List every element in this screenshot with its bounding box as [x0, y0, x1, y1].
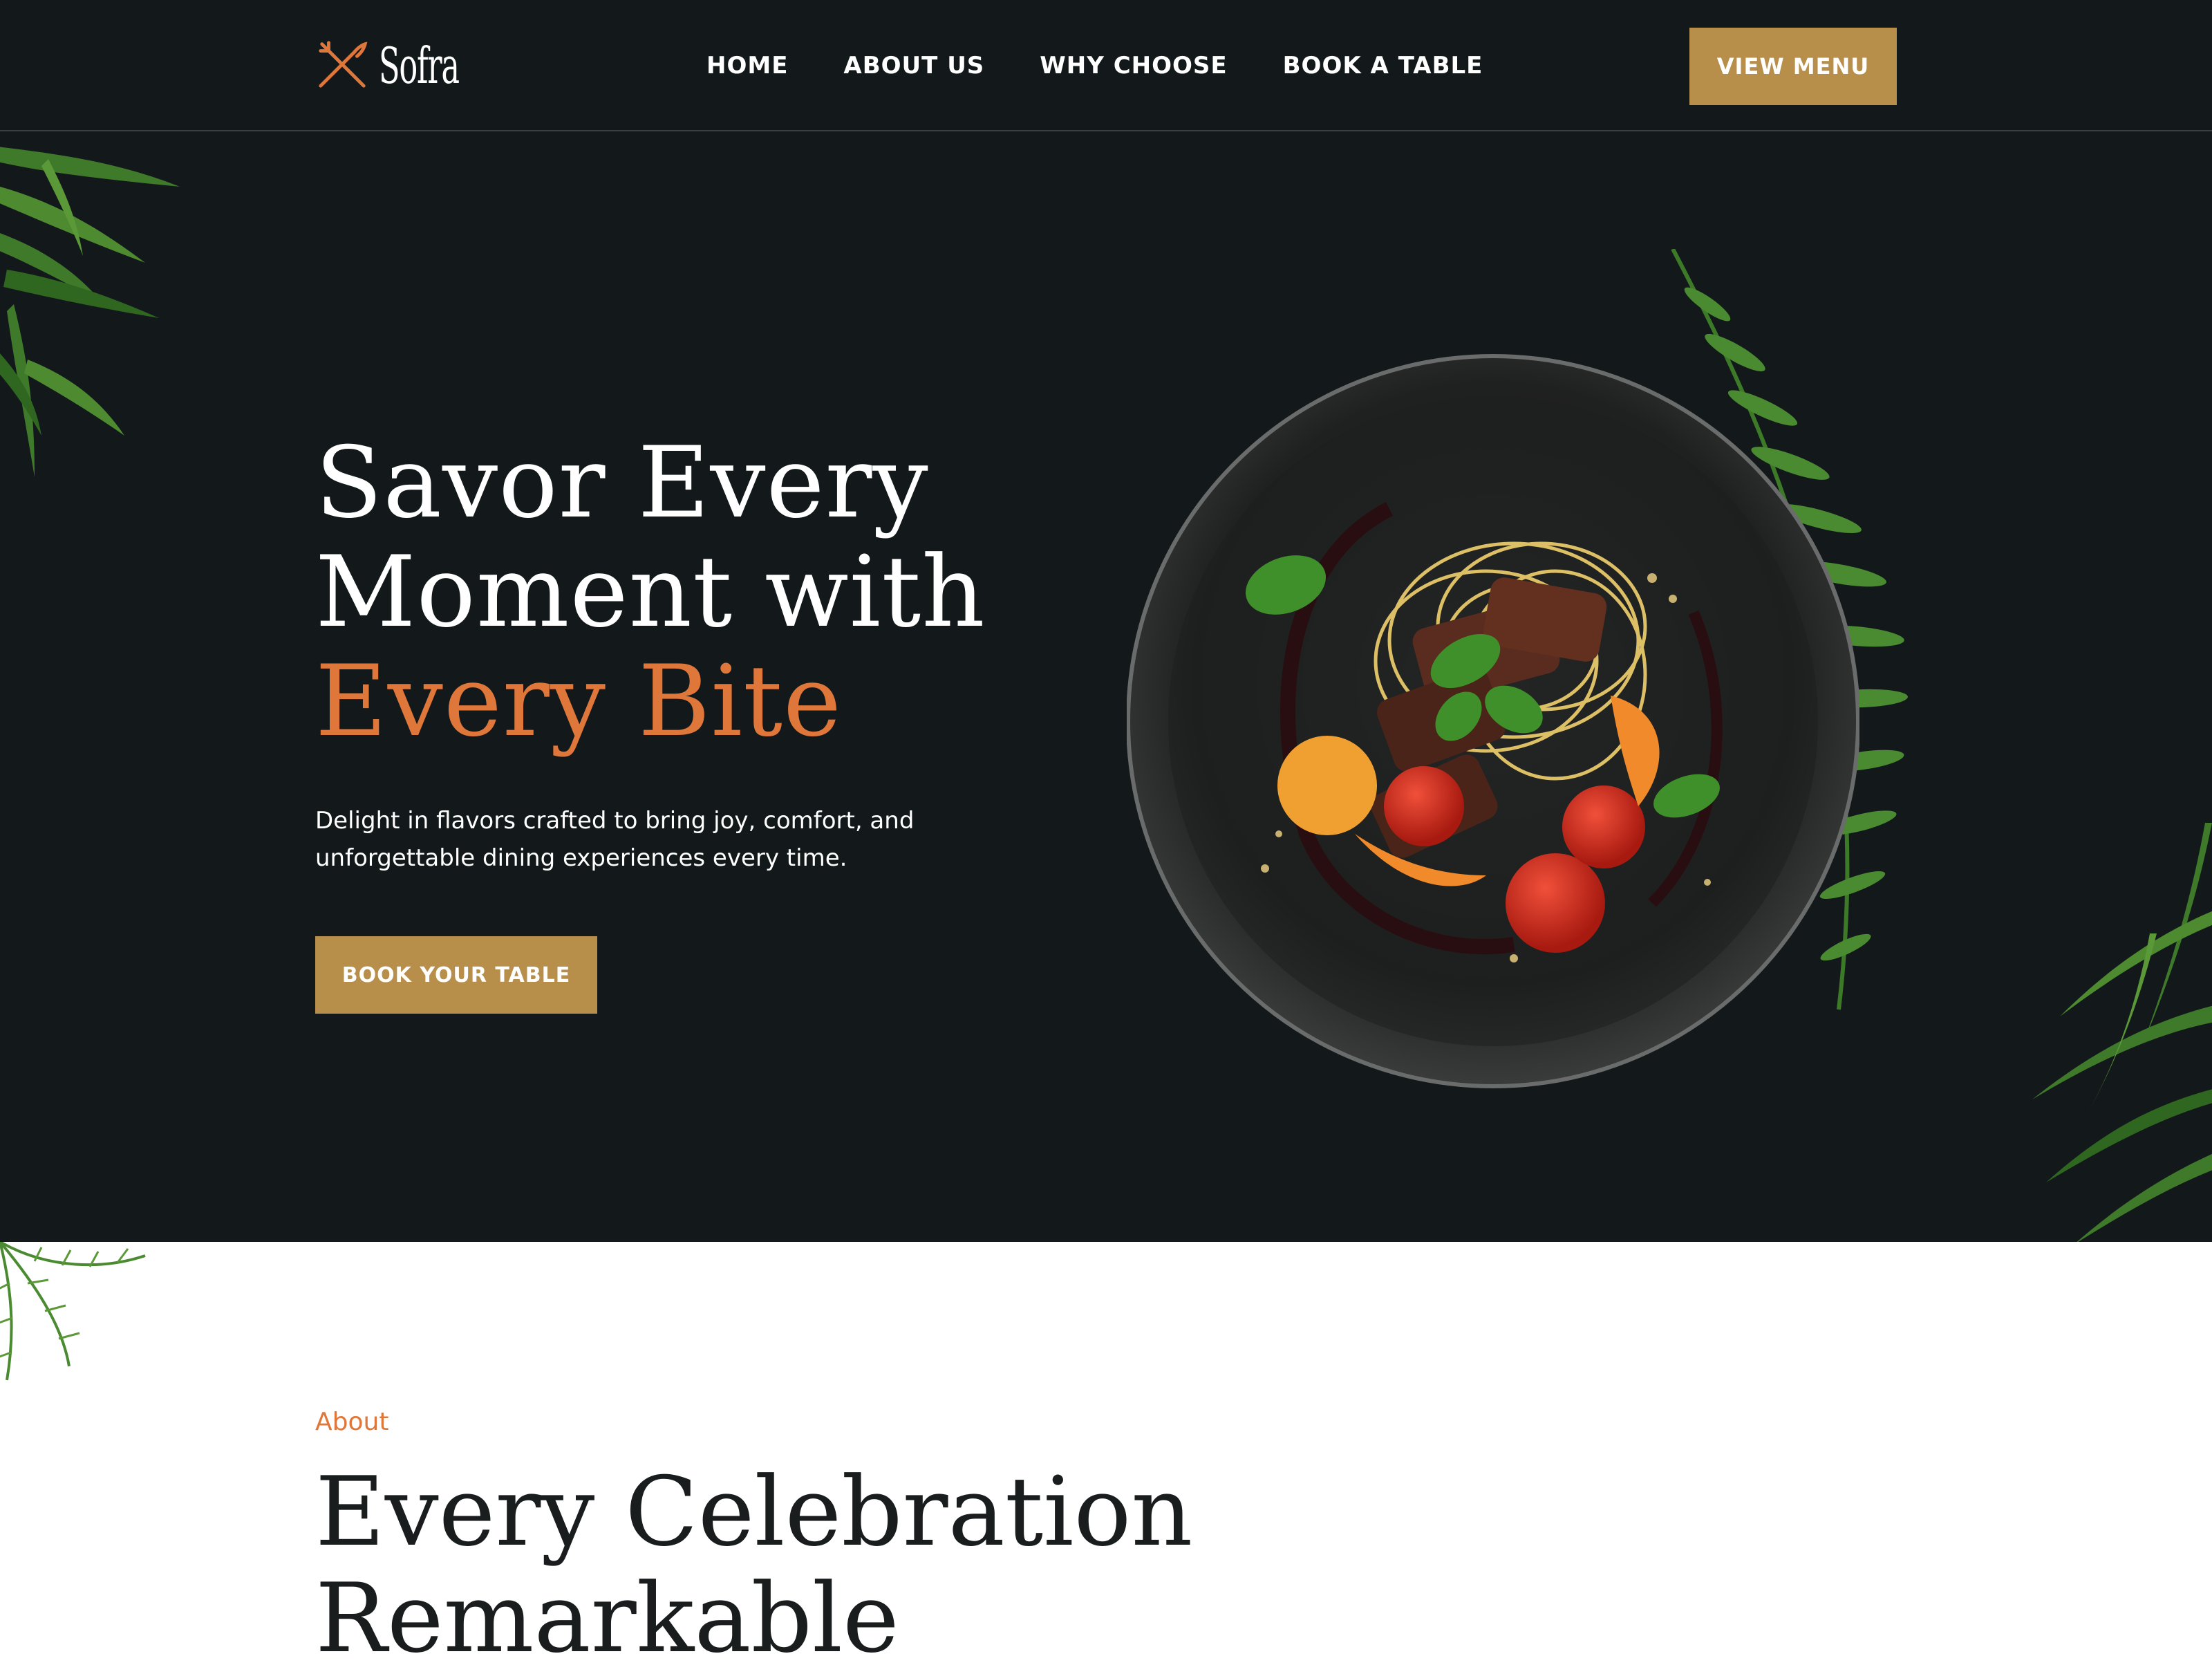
nav-item-book-a-table[interactable]: BOOK A TABLE [1283, 48, 1483, 83]
palm-leaves-decoration [0, 1242, 146, 1381]
about-title: Every Celebration Remarkable [315, 1459, 1192, 1672]
hero-title-line: Moment with [315, 535, 986, 649]
hero-title-accent: Every Bite [315, 644, 843, 759]
nav-item-about-us[interactable]: ABOUT US [843, 48, 984, 83]
hero-subtitle: Delight in flavors crafted to bring joy,… [315, 807, 915, 872]
about-title-line: Every Celebration [315, 1456, 1193, 1568]
site-header: Sofra HOME ABOUT US WHY CHOOSE BOOK A TA… [0, 0, 2212, 131]
bamboo-leaves-decoration [2032, 823, 2212, 1242]
nav-item-why-choose[interactable]: WHY CHOOSE [1040, 48, 1227, 83]
hero-section: Savor Every Moment with Every Bite Delig… [0, 131, 2212, 1242]
brand-name: Sofra [379, 37, 460, 95]
view-menu-button[interactable]: VIEW MENU [1689, 28, 1897, 105]
brand-logo[interactable]: Sofra [315, 36, 508, 95]
book-your-table-button[interactable]: BOOK YOUR TABLE [315, 936, 597, 1014]
fork-knife-icon [315, 37, 369, 95]
bamboo-leaves-decoration [0, 147, 180, 477]
about-section-label: About [315, 1408, 389, 1436]
hero-title: Savor Every Moment with Every Bite [315, 429, 986, 756]
nav-item-home[interactable]: HOME [706, 48, 788, 83]
about-title-line: Remarkable [315, 1563, 899, 1674]
hero-title-line: Savor Every [315, 426, 929, 540]
food-plate-image [1127, 354, 1859, 1088]
main-nav: HOME ABOUT US WHY CHOOSE BOOK A TABLE [706, 48, 1483, 83]
